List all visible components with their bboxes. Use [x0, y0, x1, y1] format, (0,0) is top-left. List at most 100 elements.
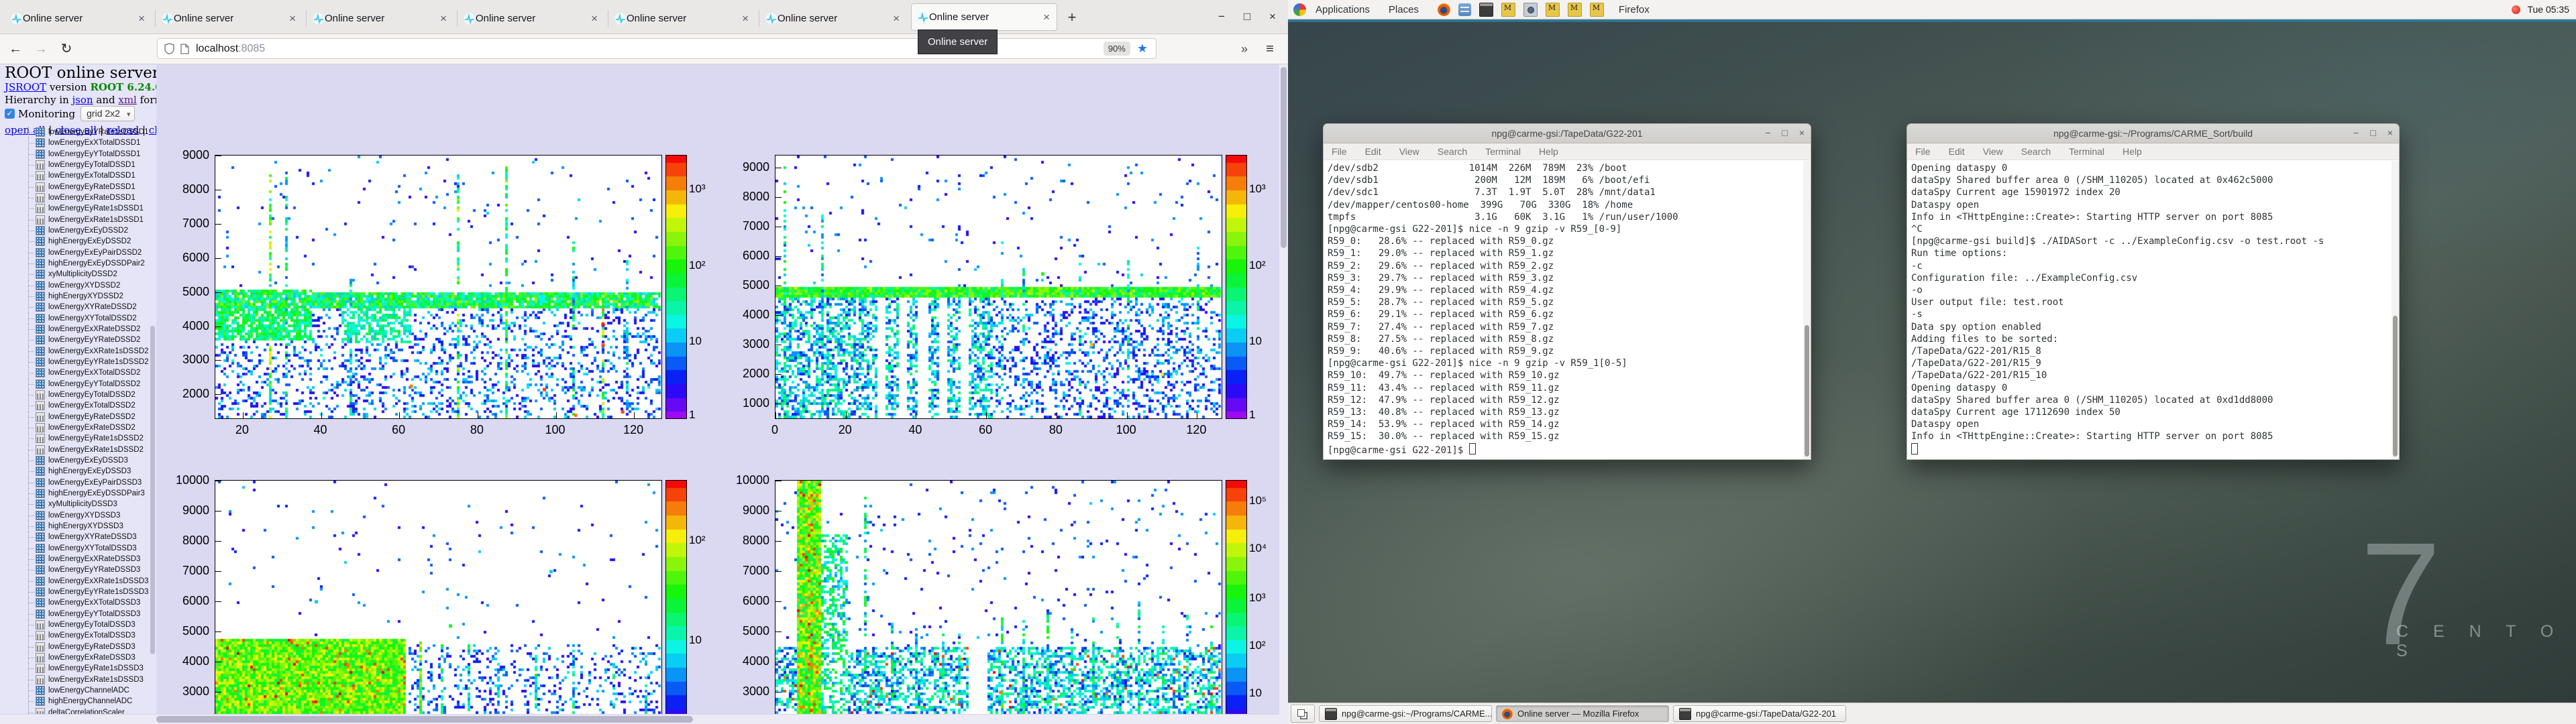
applications-menu-icon[interactable]: [1293, 3, 1306, 16]
terminal-close-icon[interactable]: ×: [2387, 127, 2393, 138]
tree-item[interactable]: lowEnergyEyYRateDSSD3: [0, 564, 150, 575]
jsroot-link[interactable]: JSROOT: [5, 81, 46, 93]
reload-icon[interactable]: ↻: [56, 40, 76, 58]
grid-layout-select[interactable]: grid 2x2▾: [80, 106, 135, 121]
terminal-minimize-icon[interactable]: −: [2353, 127, 2359, 138]
tree-item[interactable]: lowEnergyEyTotalDSSD3: [0, 619, 150, 630]
histogram-frame[interactable]: [775, 480, 1222, 724]
applications-menu[interactable]: Applications: [1306, 4, 1379, 15]
tree-item[interactable]: lowEnergyChannelADC: [0, 685, 150, 696]
zoom-level-badge[interactable]: 90%: [1104, 42, 1130, 56]
file-manager-launcher-icon[interactable]: [1458, 3, 1471, 16]
record-tray-icon[interactable]: [2512, 5, 2520, 14]
close-icon[interactable]: ×: [1265, 10, 1280, 23]
menu-search[interactable]: Search: [1438, 146, 1467, 157]
menu-view[interactable]: View: [1399, 146, 1419, 157]
tab-close-icon[interactable]: ×: [590, 12, 599, 25]
tree-item[interactable]: highEnergyXYDSSD2: [0, 291, 150, 302]
horizontal-scrollbar[interactable]: [0, 714, 1279, 724]
terminal-launcher-icon[interactable]: [1479, 3, 1493, 17]
taskbar-button[interactable]: Online server — Mozilla Firefox: [1496, 705, 1669, 722]
places-menu[interactable]: Places: [1379, 4, 1428, 15]
firefox-launcher-icon[interactable]: [1438, 3, 1450, 16]
tree-item[interactable]: lowEnergyExRateDSSD1: [0, 192, 150, 203]
tab-online-server[interactable]: Online server×: [156, 3, 303, 34]
tree-item[interactable]: lowEnergyXYDSSD3: [0, 509, 150, 520]
tree-item[interactable]: lowEnergyXYTotalDSSD3: [0, 542, 150, 553]
tab-online-server[interactable]: Online server×: [609, 3, 755, 34]
new-tab-button[interactable]: +: [1063, 8, 1081, 27]
tree-item[interactable]: lowEnergyXYDSSD2: [0, 280, 150, 291]
tree-item[interactable]: lowEnergyEyTotalDSSD1: [0, 160, 150, 170]
tree-item[interactable]: lowEnergyEyYTotalDSSD3: [0, 608, 150, 619]
terminal-maximize-icon[interactable]: □: [2370, 127, 2375, 138]
menu-terminal[interactable]: Terminal: [1485, 146, 1521, 157]
terminal-close-icon[interactable]: ×: [1799, 127, 1805, 138]
tree-item[interactable]: lowEnergyExTotalDSSD3: [0, 630, 150, 641]
tree-item[interactable]: lowEnergyEyYTotalDSSD2: [0, 379, 150, 389]
tab-close-icon[interactable]: ×: [741, 12, 750, 25]
histogram-frame[interactable]: [215, 155, 662, 419]
midas-launcher-icon[interactable]: [1501, 3, 1515, 17]
histogram-frame[interactable]: [215, 480, 662, 724]
tree-item[interactable]: lowEnergyExXRate1sDSSD2: [0, 346, 150, 357]
url-bar[interactable]: localhost:8085 90% ★: [157, 38, 1157, 59]
tree-item[interactable]: lowEnergyEyYRateDSSD2: [0, 335, 150, 345]
taskbar-button[interactable]: npg@carme-gsi:~/Programs/CARME...: [1319, 705, 1492, 722]
tree-item[interactable]: lowEnergyExXTotalDSSD3: [0, 597, 150, 608]
screenshot-launcher-icon[interactable]: [1523, 3, 1538, 17]
tree-item[interactable]: lowEnergyExRate1sDSSD2: [0, 444, 150, 455]
tree-item[interactable]: lowEnergyEyRate1sDSSD2: [0, 433, 150, 444]
tree-item[interactable]: lowEnergyExXRate1sDSSD3: [0, 575, 150, 586]
terminal-scrollbar[interactable]: [1803, 161, 1811, 459]
tree-item[interactable]: lowEnergyExRate1sDSSD3: [0, 674, 150, 684]
tree-item[interactable]: lowEnergyEyTotalDSSD2: [0, 389, 150, 400]
tree-item[interactable]: lowEnergyEyYTotalDSSD1: [0, 149, 150, 160]
xml-link[interactable]: xml: [118, 94, 136, 106]
tree-item[interactable]: lowEnergyExRateDSSD3: [0, 652, 150, 663]
tree-item[interactable]: lowEnergyExXTotalDSSD1: [0, 137, 150, 148]
tab-close-icon[interactable]: ×: [1042, 11, 1051, 24]
menu-help[interactable]: Help: [1539, 146, 1558, 157]
midas-launcher-icon[interactable]: [1568, 3, 1582, 17]
page-icon[interactable]: [180, 44, 189, 54]
tab-online-server[interactable]: Online server×: [458, 3, 604, 34]
tree-item[interactable]: lowEnergyExXRateDSSD3: [0, 554, 150, 564]
tree-item[interactable]: lowEnergyExEyPairDSSD2: [0, 247, 150, 258]
tree-item[interactable]: lowEnergyEyRate1sDSSD1: [0, 203, 150, 214]
tree-item[interactable]: lowEnergyExRateDSSD2: [0, 422, 150, 433]
maximize-icon[interactable]: □: [1240, 10, 1254, 23]
bookmark-star-icon[interactable]: ★: [1137, 42, 1148, 56]
tree-item[interactable]: lowEnergyEyYRate1sDSSD1: [0, 127, 150, 137]
tab-close-icon[interactable]: ×: [288, 12, 297, 25]
midas-launcher-icon[interactable]: [1546, 3, 1560, 17]
terminal-titlebar[interactable]: npg@carme-gsi:/TapeData/G22-201: [1323, 123, 1811, 143]
menu-edit[interactable]: Edit: [1949, 146, 1965, 157]
monitoring-checkbox[interactable]: ✓: [5, 109, 15, 119]
app-menu-icon[interactable]: ≡: [1260, 40, 1280, 58]
clock[interactable]: Tue 05:35: [2527, 4, 2569, 15]
sidebar-scrollbar[interactable]: [150, 64, 155, 724]
menu-help[interactable]: Help: [2123, 146, 2142, 157]
tab-online-server[interactable]: Online server×: [5, 3, 152, 34]
taskbar-button[interactable]: npg@carme-gsi:/TapeData/G22-201: [1673, 705, 1846, 722]
menu-file[interactable]: File: [1332, 146, 1347, 157]
minimize-icon[interactable]: −: [1214, 10, 1229, 23]
menu-edit[interactable]: Edit: [1365, 146, 1381, 157]
vertical-scrollbar[interactable]: [1279, 64, 1288, 724]
tree-item[interactable]: lowEnergyExTotalDSSD2: [0, 400, 150, 411]
tree-item[interactable]: highEnergyChannelADC: [0, 696, 150, 707]
tree-item[interactable]: highEnergyXYDSSD3: [0, 521, 150, 532]
tree-item[interactable]: highEnergyExEyDSSDPair2: [0, 258, 150, 269]
tree-item[interactable]: highEnergyExEyDSSDPair3: [0, 488, 150, 499]
tree-item[interactable]: lowEnergyExTotalDSSD1: [0, 170, 150, 181]
tree-item[interactable]: highEnergyExEyDSSD3: [0, 466, 150, 477]
terminal-minimize-icon[interactable]: −: [1765, 127, 1770, 138]
tree-item[interactable]: lowEnergyEyRate1sDSSD3: [0, 663, 150, 674]
tree-item[interactable]: lowEnergyEyRateDSSD1: [0, 182, 150, 192]
back-icon[interactable]: ←: [5, 40, 25, 58]
tree-item[interactable]: lowEnergyExRate1sDSSD1: [0, 215, 150, 225]
show-desktop-button[interactable]: [1291, 705, 1315, 723]
tree-item[interactable]: highEnergyExEyDSSD2: [0, 236, 150, 247]
menu-terminal[interactable]: Terminal: [2069, 146, 2104, 157]
